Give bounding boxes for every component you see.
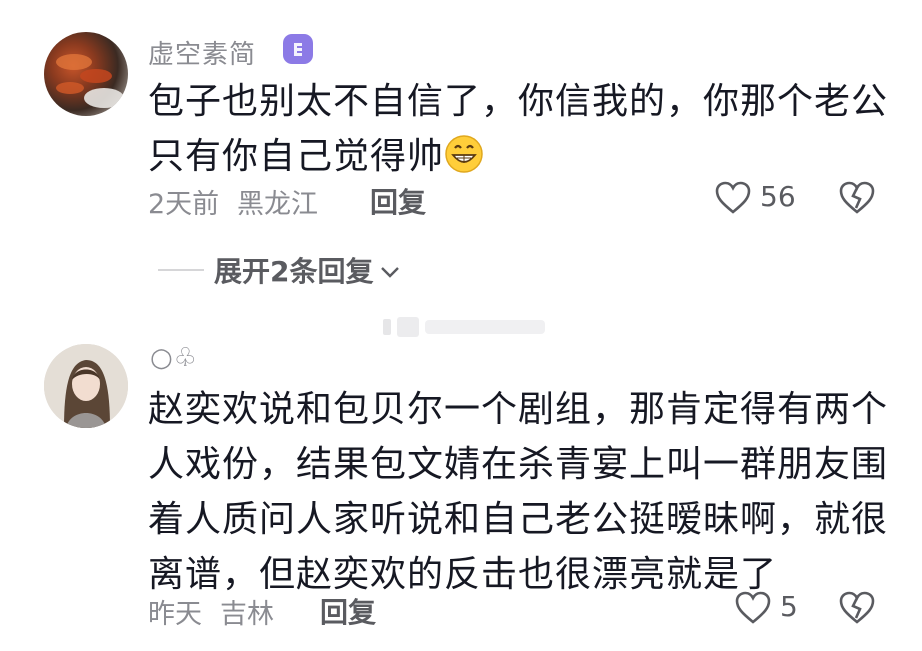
like-icon[interactable] — [734, 590, 772, 630]
reply-button[interactable]: 回复 — [320, 591, 376, 631]
divider — [158, 269, 204, 271]
user-avatar[interactable] — [44, 344, 128, 428]
level-badge-icon — [283, 34, 313, 64]
dislike-icon[interactable] — [838, 180, 876, 220]
dislike-icon[interactable] — [838, 590, 876, 630]
chevron-down-icon — [379, 253, 401, 286]
comment-text: 包子也别太不自信了，你信我的，你那个老公 只有你自己觉得帅 — [148, 74, 888, 190]
expand-replies-button[interactable]: 展开2条回复 — [214, 250, 401, 290]
comment-text: 赵奕欢说和包贝尔一个剧组，那肯定得有两个 人戏份，结果包文婧在杀青宴上叫一群朋友… — [148, 389, 889, 595]
like-count: 5 — [780, 590, 798, 623]
username[interactable]: 虚空素简 — [148, 34, 256, 71]
like-count: 56 — [760, 180, 796, 213]
comment-location: 黑龙江 — [237, 189, 318, 220]
user-avatar[interactable] — [44, 32, 128, 116]
comment-time: 2天前 — [148, 189, 220, 220]
watermark — [383, 316, 551, 338]
comment-location: 吉林 — [220, 599, 274, 630]
comment-time: 昨天 — [148, 599, 202, 630]
username[interactable]: ○♧ — [150, 343, 198, 373]
grinning-face-icon — [444, 134, 484, 190]
reply-button[interactable]: 回复 — [370, 181, 426, 221]
like-icon[interactable] — [714, 180, 752, 220]
